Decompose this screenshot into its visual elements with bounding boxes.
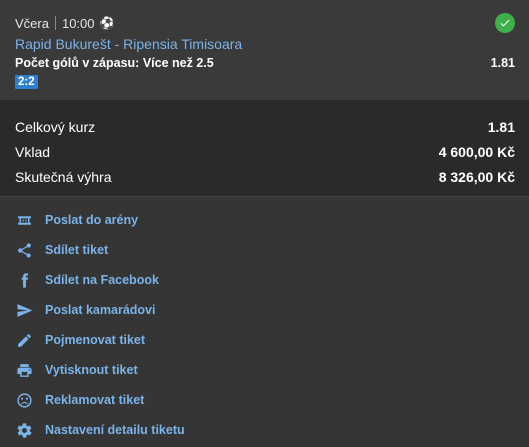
total-odds-value: 1.81 xyxy=(487,119,515,135)
print-ticket-action[interactable]: Vytisknout tiket xyxy=(15,355,529,385)
ticket-detail-settings-action[interactable]: Nastavení detailu tiketu xyxy=(15,415,529,445)
arena-icon xyxy=(15,211,33,229)
share-ticket-action[interactable]: Sdílet tiket xyxy=(15,235,529,265)
bet-odds: 1.81 xyxy=(490,56,515,70)
sad-face-icon xyxy=(15,391,33,409)
share-icon xyxy=(15,241,33,259)
action-label: Sdílet na Facebook xyxy=(45,273,159,287)
bet-meta: Včera 10:00 ⚽ xyxy=(15,14,515,32)
payout-label: Skutečná výhra xyxy=(15,169,112,185)
payout-row: Skutečná výhra 8 326,00 Kč xyxy=(15,165,515,190)
check-circle-icon xyxy=(495,13,515,33)
action-label: Pojmenovat tiket xyxy=(45,333,146,347)
gear-icon xyxy=(15,421,33,439)
total-odds-row: Celkový kurz 1.81 xyxy=(15,115,515,140)
payout-value: 8 326,00 Kč xyxy=(438,169,515,185)
stake-row: Vklad 4 600,00 Kč xyxy=(15,140,515,165)
ticket-actions: Poslat do arény Sdílet tiket Sdílet na F… xyxy=(0,197,529,445)
total-odds-label: Celkový kurz xyxy=(15,119,96,135)
bet-time: 10:00 xyxy=(61,15,95,31)
complain-ticket-action[interactable]: Reklamovat tiket xyxy=(15,385,529,415)
action-label: Poslat do arény xyxy=(45,213,139,227)
divider xyxy=(54,16,56,30)
soccer-ball-icon: ⚽ xyxy=(99,16,115,30)
send-icon xyxy=(15,301,33,319)
match-name[interactable]: Rapid Bukurešt - Ripensia Timisoara xyxy=(15,34,515,54)
action-label: Nastavení detailu tiketu xyxy=(45,423,185,437)
action-label: Poslat kamarádovi xyxy=(45,303,156,317)
action-label: Sdílet tiket xyxy=(45,243,109,257)
market: Počet gólů v zápasu: Více než 2.5 xyxy=(15,54,214,72)
ticket-summary: Celkový kurz 1.81 Vklad 4 600,00 Kč Skut… xyxy=(0,101,529,197)
action-label: Reklamovat tiket xyxy=(45,393,145,407)
market-pick: Více než 2.5 xyxy=(142,56,214,70)
printer-icon xyxy=(15,361,33,379)
score-badge: 2:2 xyxy=(15,75,38,89)
market-row: Počet gólů v zápasu: Více než 2.5 1.81 xyxy=(15,54,515,72)
share-facebook-action[interactable]: Sdílet na Facebook xyxy=(15,265,529,295)
stake-value: 4 600,00 Kč xyxy=(438,144,515,160)
rename-ticket-action[interactable]: Pojmenovat tiket xyxy=(15,325,529,355)
stake-label: Vklad xyxy=(15,144,51,160)
action-label: Vytisknout tiket xyxy=(45,363,138,377)
send-to-friend-action[interactable]: Poslat kamarádovi xyxy=(15,295,529,325)
facebook-icon xyxy=(15,271,33,289)
send-to-arena-action[interactable]: Poslat do arény xyxy=(15,205,529,235)
market-label: Počet gólů v zápasu: xyxy=(15,56,140,70)
bet-day: Včera xyxy=(15,15,49,31)
bet-card: Včera 10:00 ⚽ Rapid Bukurešt - Ripensia … xyxy=(0,0,529,101)
pencil-icon xyxy=(15,331,33,349)
